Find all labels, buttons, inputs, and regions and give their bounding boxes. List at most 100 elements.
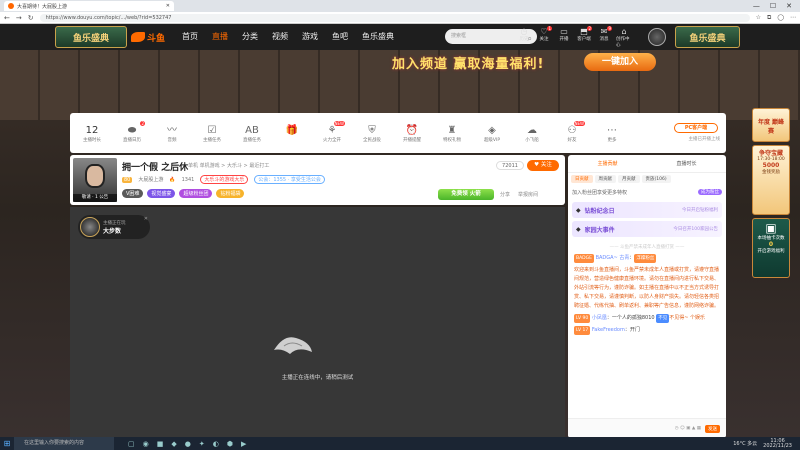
tool-anchor-hours[interactable]: 12 主播时长: [72, 124, 112, 143]
taskbar-app-icon[interactable]: ◉: [143, 440, 149, 448]
room-tag[interactable]: 视觉盛宴: [147, 189, 176, 198]
become-fan-button[interactable]: 成为粉丝: [698, 189, 722, 195]
address-bar-row: ← → ↻ https://www.douyu.com/topic/.../we…: [0, 12, 800, 24]
header-creator-button[interactable]: ⌂ 创作中心: [616, 27, 632, 48]
tool-fire-icon[interactable]: ⚘ 火力全开 NEW: [312, 120, 352, 143]
event-logo-right[interactable]: 鱼乐盛典: [675, 26, 740, 48]
nav-video[interactable]: 视频: [265, 24, 295, 50]
weather-text[interactable]: 16°C 多云: [733, 440, 757, 447]
clock[interactable]: 11:06 2022/11/23: [763, 438, 792, 449]
follow-button[interactable]: ♥ 关注: [527, 160, 559, 171]
chat-panel: 主播贡献 直播时长 日贡献 周贡献 月贡献 贵族(106) 加入粉丝团享受更多特权 成…: [568, 155, 726, 438]
header-message-button[interactable]: ✉ 消息 9: [596, 26, 612, 48]
user-name[interactable]: 小凤凰: [592, 315, 607, 321]
anchor-name[interactable]: 大屁股上游: [138, 176, 163, 183]
chat-message: LV 90 小凤凰：一个人的孤独8010 不见 不见得~ 个娱乐: [574, 314, 705, 323]
tab-contribution[interactable]: 主播贡献: [568, 160, 647, 167]
video-player[interactable]: 主播正在玩 大步数 ✕ 主播正在连线中，请稍后测试: [70, 207, 565, 438]
taskbar-app-icon[interactable]: ●: [185, 440, 191, 448]
tool-vip-icon[interactable]: ◈ 超级VIP: [472, 124, 512, 143]
tool-task-icon[interactable]: ☑ 主播任务: [192, 124, 232, 143]
nav-category[interactable]: 分类: [235, 24, 265, 50]
star-icon[interactable]: ☆: [756, 14, 761, 22]
taskbar-app-icon[interactable]: ✦: [199, 440, 205, 448]
anchor-avatar[interactable]: 敬请 · 1 公告: [73, 158, 117, 202]
draw-card-ad[interactable]: ▣ 本场抽卡次数 0 开启游戏福利: [752, 218, 790, 278]
nav-yuba[interactable]: 鱼吧: [325, 24, 355, 50]
user-name[interactable]: FakeFreedom: [592, 327, 625, 333]
report-link[interactable]: 举报房间: [518, 191, 538, 198]
tool-alarm-icon[interactable]: ⏰ 开播提醒: [392, 124, 432, 143]
browser-tab[interactable]: 大喜期待！大屁股上游 ✕: [4, 1, 174, 11]
nav-home[interactable]: 首页: [175, 24, 205, 50]
send-button[interactable]: 发送: [705, 424, 720, 433]
tool-friends-icon[interactable]: ⚇ 好友 NEW: [552, 120, 592, 143]
room-meta[interactable]: 单机 单机游戏 > 大乐斗 > 最近打工: [188, 162, 269, 169]
rank-subtab[interactable]: 周贡献: [594, 175, 616, 183]
join-channel-button[interactable]: 一键加入: [584, 53, 656, 71]
free-rocket-button[interactable]: 免费领 火箭: [438, 189, 494, 200]
rank-subtab[interactable]: 日贡献: [571, 175, 593, 183]
nav-event[interactable]: 鱼乐盛典: [355, 24, 401, 50]
notification-badge: 1: [547, 26, 552, 31]
header-icon-label: 开播: [559, 37, 569, 42]
page: 大喜期待！大屁股上游 ✕ — ☐ ✕ ← → ↻ https://www.dou…: [0, 0, 800, 450]
header-client-button[interactable]: ⬒ 客户端 2: [576, 26, 592, 48]
nav-live[interactable]: 直播: [205, 24, 235, 50]
url-input[interactable]: https://www.douyu.com/topic/.../web/?rid…: [39, 13, 750, 22]
tool-shield-icon[interactable]: ⛨ 全民战役: [352, 124, 392, 143]
douyu-logo[interactable]: 斗鱼: [131, 31, 165, 44]
close-window-button[interactable]: ✕: [786, 2, 792, 10]
tool-audio-icon[interactable]: 〰音频: [152, 124, 192, 143]
forward-button[interactable]: →: [16, 14, 22, 22]
treasure-ad[interactable]: 争夺宝藏 17:30-18:00 5000 金钱奖励: [752, 145, 790, 215]
header-follow-button[interactable]: ♡ 关注 1: [536, 26, 552, 48]
tool-ship-icon[interactable]: ☁ 小飞船: [512, 124, 552, 143]
tool-more-icon[interactable]: ⋯ 更多: [592, 124, 632, 143]
tool-privilege-icon[interactable]: ♜ 特权礼物: [432, 124, 472, 143]
room-tag[interactable]: V困难: [122, 189, 144, 198]
taskbar-app-icon[interactable]: ▢: [128, 440, 135, 448]
room-tag[interactable]: 钻粉福袋: [216, 189, 245, 198]
message-text: 开门: [629, 327, 640, 333]
tab-duration[interactable]: 直播时长: [647, 160, 726, 167]
tool-calendar-icon[interactable]: ⬬ 直播日历 2: [112, 120, 152, 143]
taskbar-app-icon[interactable]: ▶: [241, 440, 246, 448]
pc-client-button[interactable]: PC客户端: [674, 123, 718, 133]
tool-ab-icon[interactable]: AB 直播任务: [232, 124, 272, 143]
nav-games[interactable]: 游戏: [295, 24, 325, 50]
menu-icon[interactable]: ⋯: [790, 14, 796, 22]
event-banner[interactable]: ◆ 钻粉纪念日 今日开启钻粉福利: [572, 202, 722, 218]
user-avatar[interactable]: [648, 28, 666, 46]
share-link[interactable]: 分享: [500, 191, 510, 198]
taskbar-search[interactable]: 在这里输入你要搜索的内容: [14, 437, 114, 450]
extensions-icon[interactable]: ⧉: [767, 14, 771, 22]
profile-icon[interactable]: ◯: [777, 14, 784, 22]
header-history-button[interactable]: ◷ 历史: [516, 27, 532, 48]
tab-close-icon[interactable]: ✕: [166, 3, 170, 9]
header-broadcast-button[interactable]: ▭ 开播: [556, 27, 572, 48]
room-tag[interactable]: 超级粉丝团: [179, 189, 213, 198]
start-button[interactable]: ⊞: [0, 437, 14, 450]
user-name[interactable]: BADGA~ 古青: [596, 255, 630, 261]
event-banner[interactable]: ◆ 家园大事件 今日召开100家园公告: [572, 221, 722, 237]
peak-match-ad[interactable]: 年度 巅峰赛: [752, 108, 790, 142]
back-button[interactable]: ←: [4, 14, 10, 22]
maximize-button[interactable]: ☐: [770, 2, 776, 10]
minimize-button[interactable]: —: [753, 2, 760, 10]
anchor-pill[interactable]: 大乐斗的游戏大乐: [200, 175, 249, 184]
guild-pill[interactable]: 公会：1355 · 享受生活公会: [254, 175, 325, 184]
taskbar-app-icon[interactable]: ⬢: [227, 440, 233, 448]
event-logo[interactable]: 鱼乐盛典: [55, 26, 127, 48]
reload-button[interactable]: ↻: [28, 14, 34, 22]
rank-subtab[interactable]: 月贡献: [618, 175, 640, 183]
anchor-chip[interactable]: 主播正在玩 大步数 ✕: [78, 215, 150, 239]
tool-gift-icon[interactable]: 🎁: [272, 124, 312, 143]
chip-close-icon[interactable]: ✕: [144, 216, 148, 222]
chat-tools[interactable]: ◷ ☺ ▣ ▲ ▦: [675, 426, 701, 431]
taskbar-app-icon[interactable]: ■: [157, 440, 164, 448]
rank-subtab[interactable]: 贵族(106): [641, 175, 671, 183]
chat-input[interactable]: ◷ ☺ ▣ ▲ ▦ 发送: [568, 418, 726, 438]
taskbar-app-icon[interactable]: ◆: [171, 440, 176, 448]
taskbar-app-icon[interactable]: ◐: [213, 440, 219, 448]
